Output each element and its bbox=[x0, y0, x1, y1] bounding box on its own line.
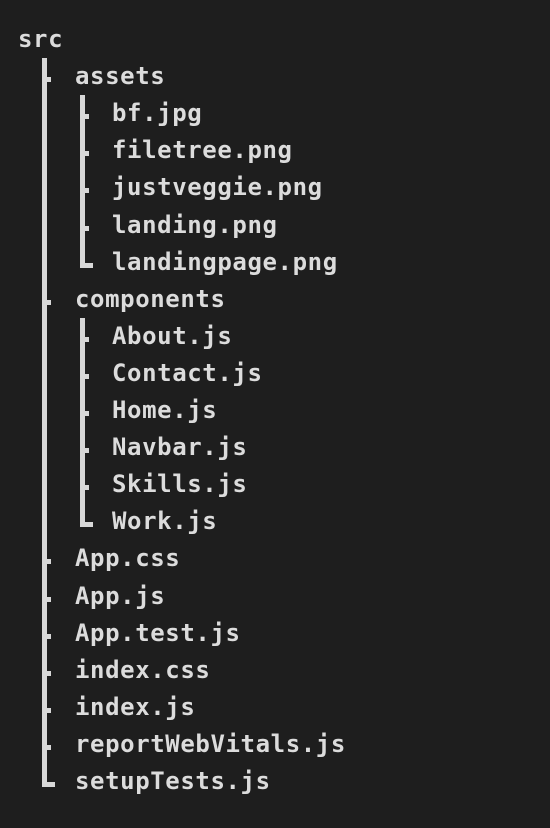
tree-item-label: Work.js bbox=[112, 507, 218, 536]
tree-file[interactable]: App.css bbox=[0, 540, 550, 577]
tree-item-label: components bbox=[75, 284, 226, 313]
file-tree: src assets bf.jpg filetree.png justveggie.p… bbox=[0, 0, 550, 828]
tree-item-label: App.js bbox=[75, 581, 166, 610]
tree-folder[interactable]: assets bbox=[0, 58, 550, 95]
tree-item-label: setupTests.js bbox=[75, 767, 271, 795]
tree-item-label: filetree.png bbox=[112, 136, 293, 165]
tree-item-label: Home.js bbox=[112, 396, 218, 424]
tree-item-label: index.js bbox=[75, 692, 196, 721]
tree-root-label: src bbox=[18, 25, 64, 53]
tree-root[interactable]: src bbox=[0, 21, 550, 58]
tree-item-label: assets bbox=[75, 62, 166, 91]
tree-item-label: App.css bbox=[75, 544, 181, 573]
tree-file[interactable]: App.js bbox=[0, 578, 550, 615]
tree-item-label: Navbar.js bbox=[112, 433, 248, 462]
tree-item-label: App.test.js bbox=[75, 618, 241, 647]
tree-item-label: Contact.js bbox=[112, 358, 263, 387]
tree-folder[interactable]: components bbox=[0, 281, 550, 318]
tree-file[interactable]: index.js bbox=[0, 689, 550, 726]
tree-item-label: reportWebVitals.js bbox=[75, 729, 346, 758]
tree-item-label: landing.png bbox=[112, 210, 278, 239]
tree-item-label: Skills.js bbox=[112, 470, 248, 499]
tree-guide-line bbox=[80, 95, 85, 268]
tree-file[interactable]: index.css bbox=[0, 652, 550, 689]
tree-item-label: landingpage.png bbox=[112, 247, 338, 276]
tree-file[interactable]: App.test.js bbox=[0, 615, 550, 652]
tree-item-label: About.js bbox=[112, 321, 233, 350]
tree-item-label: index.css bbox=[75, 655, 211, 684]
tree-item-label: bf.jpg bbox=[112, 99, 203, 128]
tree-item-label: justveggie.png bbox=[112, 173, 323, 202]
tree-guide-line bbox=[80, 317, 85, 528]
tree-file[interactable]: reportWebVitals.js bbox=[0, 726, 550, 763]
tree-guide-line bbox=[42, 58, 47, 787]
tree-file[interactable]: setupTests.js bbox=[0, 763, 550, 800]
